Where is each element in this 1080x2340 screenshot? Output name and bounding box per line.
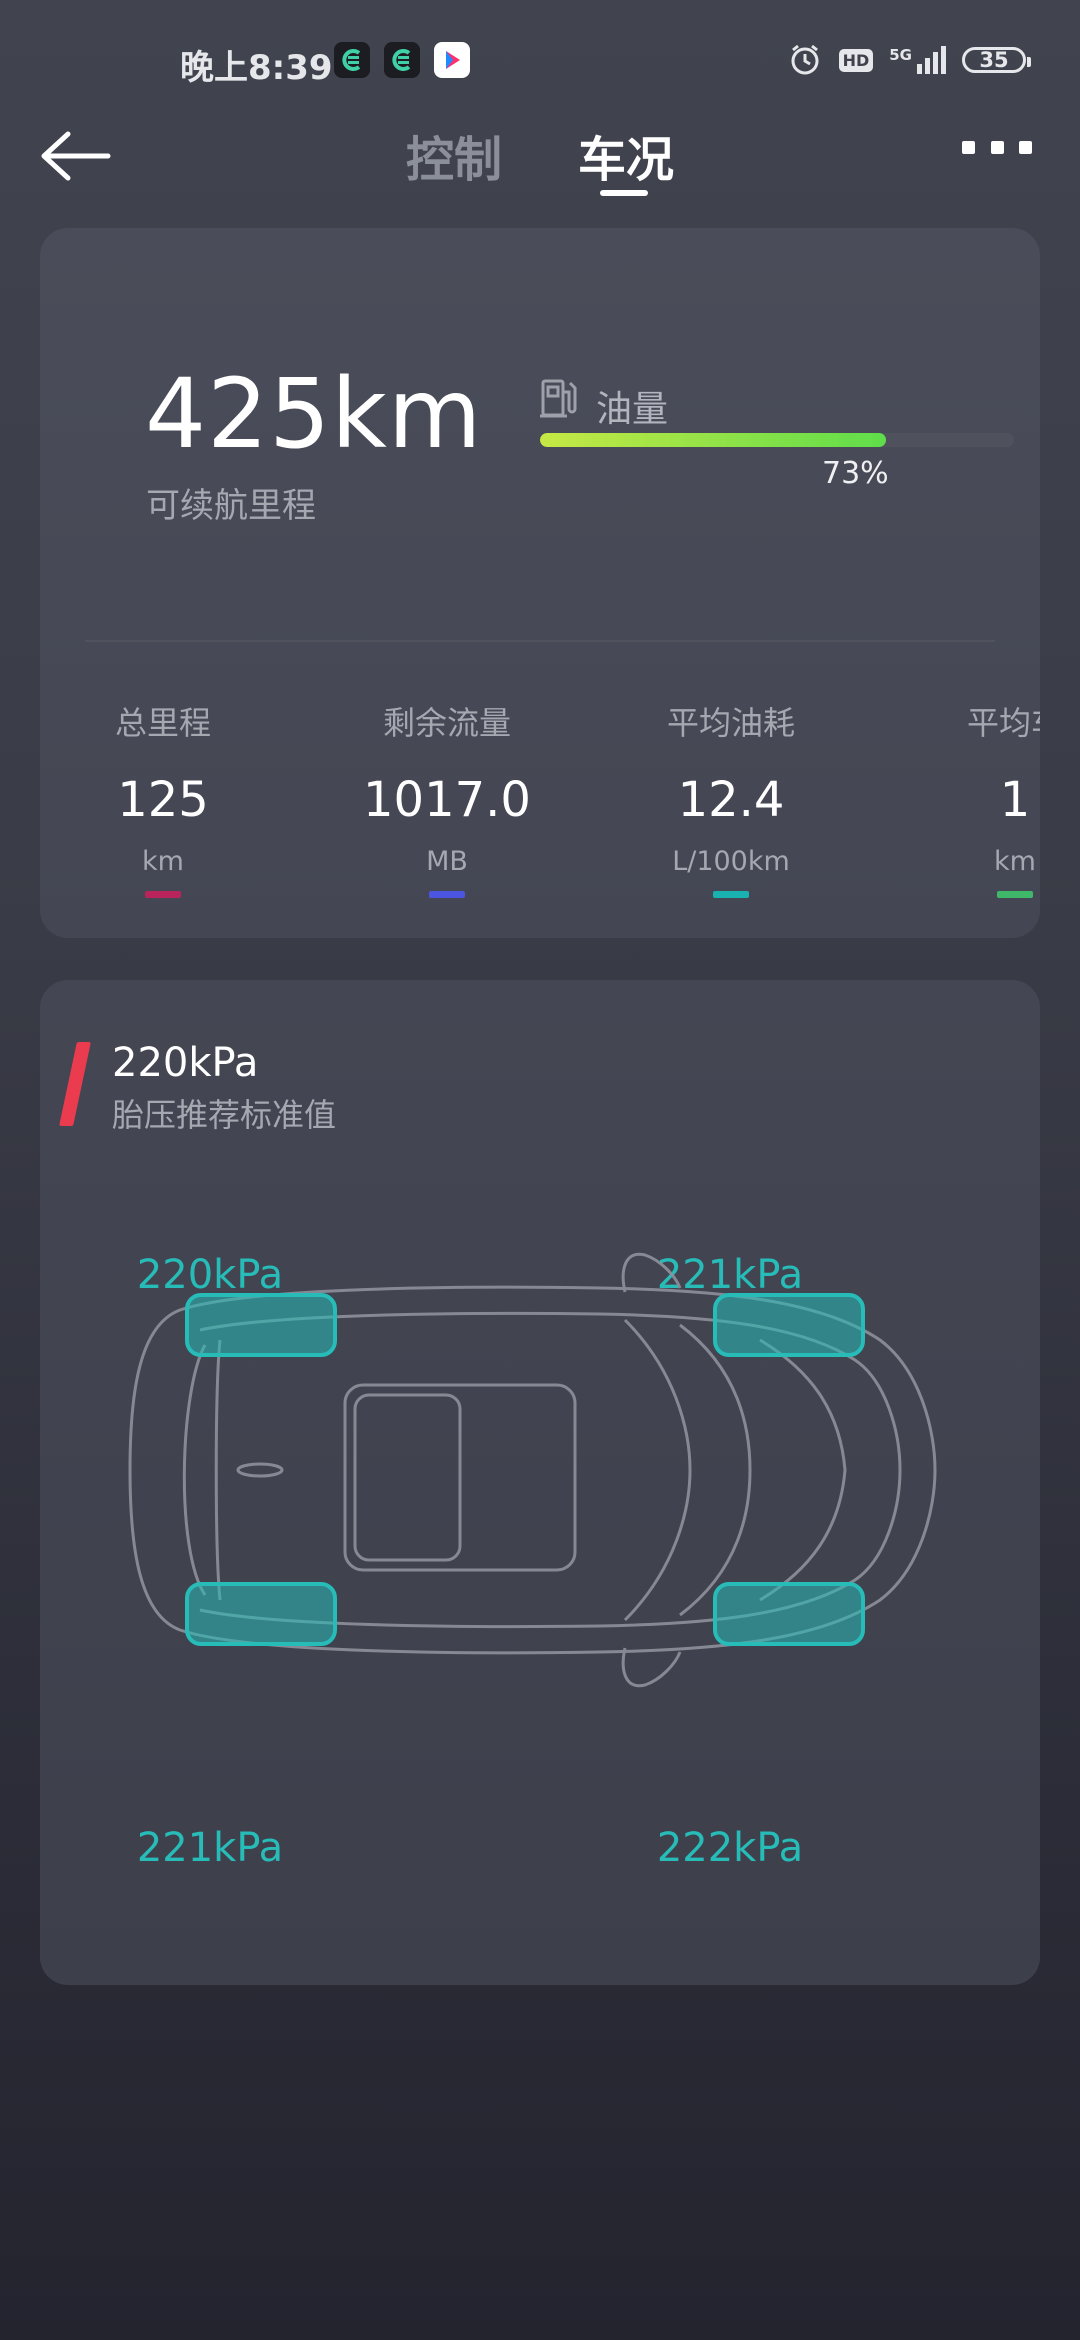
stat-label: 平均车 [966,704,1040,742]
stat-value: 1 [999,772,1031,828]
notification-app-icon [334,42,370,78]
stat-unit: L/100km [672,846,790,877]
tires [185,1293,865,1646]
stat-unit: MB [426,846,468,877]
stat-color-bar [713,891,749,898]
hd-icon: HD [838,48,874,72]
tire-rear-right [713,1582,865,1646]
tire-rear-right-pressure: 222kPa [656,1825,804,1871]
active-tab-indicator [600,190,648,196]
stat-unit: km [994,846,1036,877]
range-label: 可续航里程 [146,486,316,526]
status-time: 晚上8:39 [180,48,333,88]
car-top-view-diagram [128,1252,937,1688]
tab-control[interactable]: 控制 [406,120,502,190]
divider [85,640,995,642]
stat-label: 平均油耗 [666,704,795,742]
standard-pressure-value: 220kPa [112,1040,259,1086]
stat-remaining-data: 剩余流量 1017.0 MB [327,698,567,898]
notification-app-icon [384,42,420,78]
stat-avg-fuel-consumption: 平均油耗 12.4 L/100km [611,698,851,898]
back-arrow-icon [41,131,111,181]
status-right: HD 5G 35 [787,42,1031,78]
stat-value: 1017.0 [363,772,531,828]
battery-icon: 35 [962,47,1031,73]
more-button[interactable] [962,132,1032,162]
stat-label: 剩余流量 [382,704,511,742]
stat-unit: km [142,846,184,877]
more-icon [962,140,975,154]
fuel-percent: 73% [822,456,889,491]
section-accent [59,1042,91,1126]
stat-color-bar [429,891,465,898]
stat-label: 总里程 [114,704,211,742]
stat-color-bar [997,891,1033,898]
stat-total-mileage: 总里程 125 km [43,698,283,898]
alarm-icon [791,44,819,75]
network-type: 5G [889,46,912,64]
stat-value: 125 [117,772,209,828]
signal-icon: 5G [889,46,946,74]
tire-rear-left-pressure: 221kPa [136,1825,284,1871]
fuel-level-fill [540,433,887,447]
stat-avg-speed: 平均车 1 km [895,698,1040,898]
range-card: 425km 可续航里程 油量 73% 总里程 125 km 剩余流量 1017.… [40,228,1040,938]
range-value: 425km [145,358,483,470]
battery-level: 35 [979,48,1009,72]
stat-value: 12.4 [677,772,785,828]
tire-rear-left [185,1582,337,1646]
youku-app-icon [434,42,470,78]
tab-vehicle-status[interactable]: 车况 [578,120,674,190]
fuel-pump-icon [540,379,577,418]
tire-pressure-card: 220kPa 胎压推荐标准值 220kPa 221kPa 221kPa 222k… [40,980,1040,1985]
tire-front-left [185,1293,337,1357]
back-button[interactable] [36,126,116,186]
fuel-level-bar [540,433,1014,447]
stat-color-bar [145,891,181,898]
tire-front-right [713,1293,865,1357]
standard-pressure-label: 胎压推荐标准值 [112,1096,337,1134]
notification-icons [334,42,470,78]
fuel-label: 油量 [596,389,669,430]
